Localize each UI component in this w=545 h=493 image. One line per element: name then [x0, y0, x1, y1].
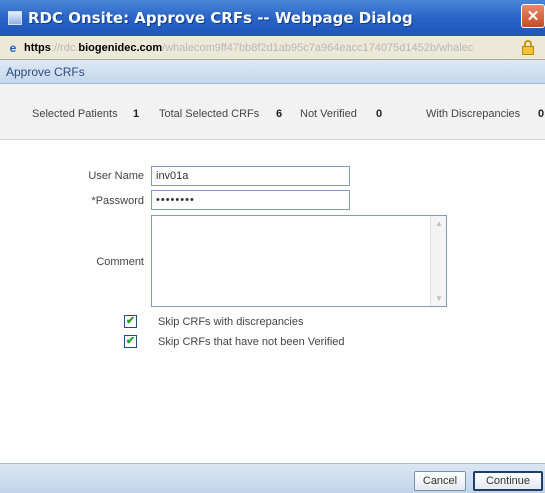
selected-patients-label: Selected Patients [32, 108, 118, 120]
not-verified-value: 0 [376, 108, 383, 120]
continue-button[interactable]: Continue [473, 471, 543, 491]
dialog-footer: Cancel Continue [0, 463, 545, 493]
app-icon [8, 11, 22, 25]
url-protocol: https [24, 41, 51, 54]
url-path: /whalecom9ff47bb8f2d1ab95c7a964eacc17407… [162, 41, 474, 54]
url-text: https://rdc.biogenidec.com/whalecom9ff47… [24, 42, 521, 54]
password-label: *Password [91, 195, 144, 207]
username-field[interactable] [151, 166, 350, 186]
scroll-down-icon[interactable]: ▼ [434, 294, 444, 303]
scroll-up-icon[interactable]: ▲ [434, 219, 444, 228]
address-bar: e https://rdc.biogenidec.com/whalecom9ff… [0, 36, 545, 60]
skip-discrepancies-checkbox[interactable]: ✔ [124, 315, 137, 328]
total-crfs-label: Total Selected CRFs [159, 108, 260, 120]
skip-discrepancies-label: Skip CRFs with discrepancies [158, 316, 304, 328]
password-field[interactable] [151, 190, 350, 210]
total-crfs-value: 6 [276, 108, 283, 120]
skip-unverified-label: Skip CRFs that have not been Verified [158, 336, 345, 348]
username-label: User Name [88, 170, 144, 182]
comment-textarea[interactable]: ▲ ▼ [151, 215, 447, 307]
dialog-titlebar: RDC Onsite: Approve CRFs -- Webpage Dial… [0, 0, 545, 36]
not-verified-label: Not Verified [300, 108, 357, 120]
selection-summary: Selected Patients 1 Total Selected CRFs … [0, 84, 545, 140]
url-prefix: ://rdc. [50, 41, 79, 54]
selected-patients-value: 1 [133, 108, 140, 120]
with-discrepancies-value: 0 [538, 108, 545, 120]
lock-icon [521, 39, 535, 56]
url-domain: biogenidec.com [78, 41, 163, 54]
window-title: RDC Onsite: Approve CRFs -- Webpage Dial… [28, 9, 413, 27]
panel-title: Approve CRFs [0, 60, 545, 84]
ie-page-icon: e [9, 40, 17, 55]
skip-unverified-checkbox[interactable]: ✔ [124, 335, 137, 348]
with-discrepancies-label: With Discrepancies [426, 108, 521, 120]
cancel-button[interactable]: Cancel [414, 471, 466, 491]
comment-label: Comment [96, 256, 144, 268]
comment-scrollbar[interactable]: ▲ ▼ [430, 216, 446, 306]
close-button[interactable]: ✕ [521, 4, 545, 28]
